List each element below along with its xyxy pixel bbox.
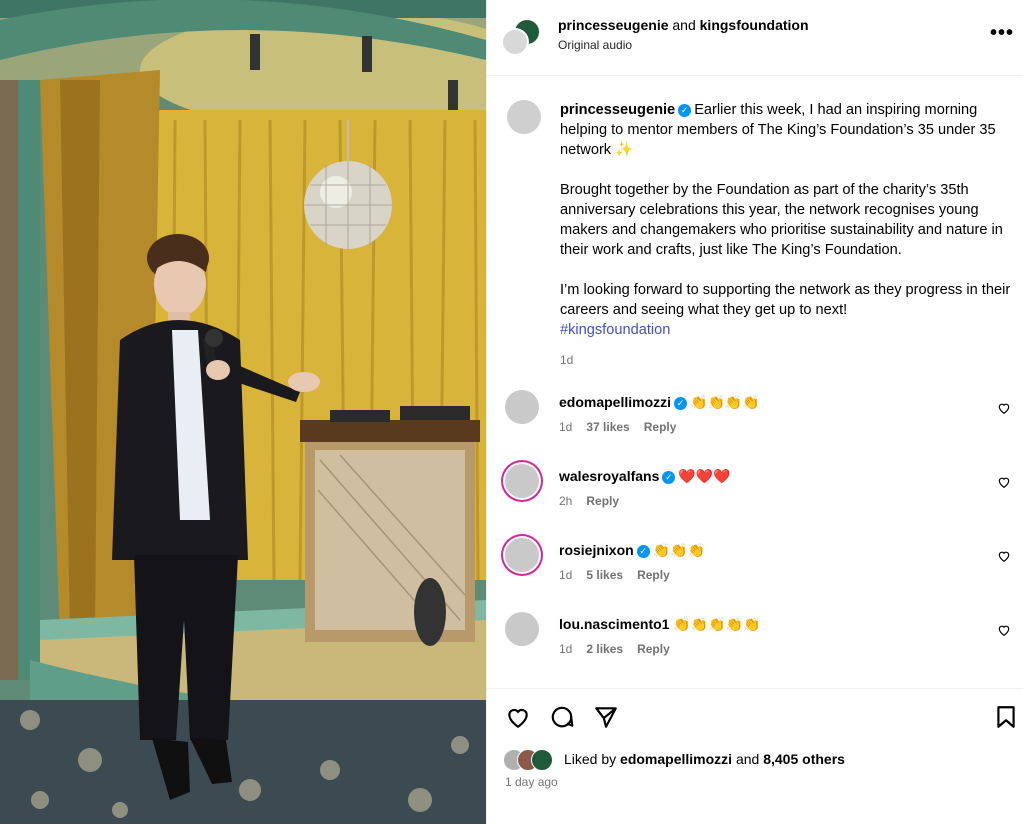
princesseugenie-avatar[interactable]: [501, 28, 529, 56]
verified-badge-icon: ✓: [636, 545, 650, 558]
caption-avatar[interactable]: [507, 100, 541, 134]
like-heart-icon[interactable]: [505, 704, 531, 730]
comment-reply-button[interactable]: Reply: [586, 494, 619, 508]
audio-link[interactable]: Original audio: [558, 38, 632, 52]
caption-para-3: I’m looking forward to supporting the ne…: [560, 282, 1011, 318]
post-timestamp[interactable]: 1 day ago: [505, 775, 558, 789]
caption-hashtag[interactable]: #kingsfoundation: [560, 322, 670, 338]
comment-avatar[interactable]: [505, 390, 539, 424]
comment-like-heart-icon[interactable]: [997, 475, 1011, 489]
more-horizontal-icon[interactable]: •••: [990, 22, 1014, 45]
liker-avatar[interactable]: [531, 749, 553, 771]
post-photo[interactable]: [0, 0, 486, 824]
caption-para-2: Brought together by the Foundation as pa…: [560, 182, 1003, 258]
comment-item: edomapellimozzi ✓ 👏👏👏👏 1d 37 likes Reply: [501, 390, 1011, 450]
liked-username[interactable]: edomapellimozzi: [620, 751, 732, 767]
comment-time: 1d: [559, 642, 573, 656]
comment-avatar[interactable]: [505, 464, 539, 498]
header-username-2[interactable]: kingsfoundation: [700, 17, 809, 33]
liked-prefix: Liked by: [564, 751, 617, 767]
comment-like-heart-icon[interactable]: [997, 623, 1011, 637]
comment-text: 👏👏👏👏👏: [673, 616, 761, 632]
post-header: princesseugenie and kingsfoundation Orig…: [487, 0, 1023, 76]
header-usernames: princesseugenie and kingsfoundation: [558, 17, 809, 33]
comment-time: 1d: [559, 568, 573, 582]
comment-text: 👏👏👏: [652, 542, 705, 558]
photo-illustration: [0, 0, 486, 824]
comment-reply-button[interactable]: Reply: [644, 420, 677, 434]
comment-item: lou.nascimento1 👏👏👏👏👏 1d 2 likes Reply: [501, 612, 1011, 672]
caption-time: 1d: [560, 353, 574, 367]
comment-item: rosiejnixon ✓ 👏👏👏 1d 5 likes Reply: [501, 538, 1011, 598]
collab-avatars[interactable]: [501, 18, 541, 58]
comment-username[interactable]: lou.nascimento1: [559, 616, 669, 632]
comment-reply-button[interactable]: Reply: [637, 568, 670, 582]
comment-likes[interactable]: 2 likes: [586, 642, 623, 656]
comment-like-heart-icon[interactable]: [997, 549, 1011, 563]
comment-text: 👏👏👏👏: [690, 394, 760, 410]
comment-likes[interactable]: 5 likes: [586, 568, 623, 582]
share-send-icon[interactable]: [593, 704, 619, 730]
header-connector: and: [672, 17, 696, 33]
comment-username[interactable]: walesroyalfans: [559, 468, 659, 484]
comment-like-heart-icon[interactable]: [997, 401, 1011, 415]
header-username-1[interactable]: princesseugenie: [558, 17, 669, 33]
save-bookmark-icon[interactable]: [993, 704, 1019, 730]
verified-badge-icon: ✓: [662, 471, 676, 484]
comments-scroll-area[interactable]: princesseugenie ✓ Earlier this week, I had…: [487, 76, 1023, 688]
verified-badge-icon: ✓: [678, 104, 692, 117]
post-panel: princesseugenie and kingsfoundation Orig…: [486, 0, 1023, 824]
verified-badge-icon: ✓: [674, 397, 688, 410]
comment-text: ❤️❤️❤️: [678, 468, 731, 484]
liked-others-count[interactable]: 8,405 others: [763, 751, 845, 767]
liked-by: Liked by edomapellimozzi and 8,405 other…: [503, 749, 1023, 771]
comment-likes[interactable]: 37 likes: [586, 420, 629, 434]
comment-reply-button[interactable]: Reply: [637, 642, 670, 656]
comment-time: 1d: [559, 420, 573, 434]
caption-username[interactable]: princesseugenie: [560, 102, 675, 118]
comment-username[interactable]: rosiejnixon: [559, 542, 634, 558]
post-actions-bar: Liked by edomapellimozzi and 8,405 other…: [487, 688, 1023, 825]
comment-bubble-icon[interactable]: [549, 704, 575, 730]
comment-item: walesroyalfans ✓ ❤️❤️❤️ 2h Reply: [501, 464, 1011, 524]
comment-avatar[interactable]: [505, 538, 539, 572]
comment-username[interactable]: edomapellimozzi: [559, 394, 671, 410]
liked-and: and: [735, 751, 760, 767]
comment-time: 2h: [559, 494, 573, 508]
comment-avatar[interactable]: [505, 612, 539, 646]
